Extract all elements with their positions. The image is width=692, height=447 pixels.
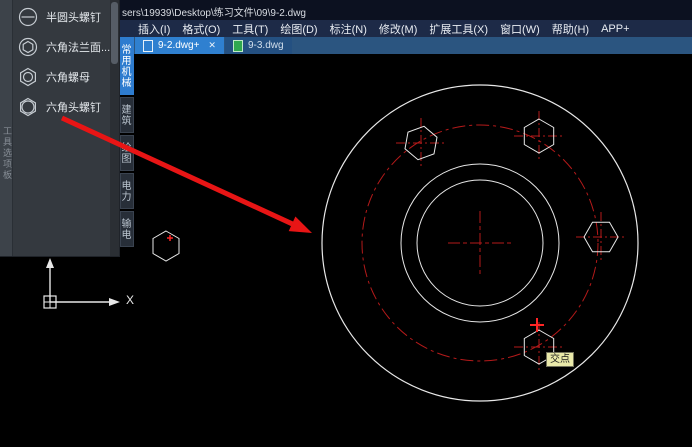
palette-tab-transmission[interactable]: 输电 xyxy=(120,211,134,247)
palette-item-hex-bolt[interactable]: 六角头螺钉 xyxy=(13,92,110,122)
palette-vertical-title: 工具选项板 xyxy=(1,126,14,181)
snap-tooltip: 交点 xyxy=(546,352,574,367)
hex-bolt-icon xyxy=(17,96,39,118)
half-round-screw-icon xyxy=(17,6,39,28)
menu-format[interactable]: 格式(O) xyxy=(176,21,226,37)
ucs-x-arrowhead xyxy=(109,298,120,306)
menu-insert[interactable]: 插入(I) xyxy=(132,21,176,37)
doc-tab-9-2[interactable]: 9-2.dwg+ ✕ xyxy=(135,37,224,54)
palette-tab-architecture[interactable]: 建筑 xyxy=(120,97,134,133)
palette-item-label: 六角头螺钉 xyxy=(46,99,101,115)
close-tab-icon[interactable]: ✕ xyxy=(208,40,216,51)
document-icon xyxy=(143,40,153,52)
hex-nut-icon xyxy=(17,66,39,88)
doc-tab-9-3[interactable]: 9-3.dwg xyxy=(225,37,292,54)
menu-help[interactable]: 帮助(H) xyxy=(546,21,595,37)
tool-palette-window: 工具选项板 半圆头螺钉 六角法兰面... 六角螺母 xyxy=(0,0,120,257)
hex-flange-screw-icon xyxy=(17,36,39,58)
palette-tab-electric[interactable]: 电力 xyxy=(120,173,134,209)
doc-tab-label: 9-3.dwg xyxy=(248,40,284,51)
menu-window[interactable]: 窗口(W) xyxy=(494,21,546,37)
cad-application-window: { "window": { "title_path": "sers\\19939… xyxy=(0,0,692,447)
scrollbar-thumb[interactable] xyxy=(111,2,118,64)
palette-item-label: 半圆头螺钉 xyxy=(46,9,101,25)
document-icon-green xyxy=(233,40,243,52)
palette-tab-strip: 常用机械 建筑 绘图 电力 输电 xyxy=(120,37,134,247)
menu-express-tools[interactable]: 扩展工具(X) xyxy=(423,21,494,37)
palette-item-label: 六角法兰面... xyxy=(46,39,110,55)
palette-item-label: 六角螺母 xyxy=(46,69,90,85)
menu-modify[interactable]: 修改(M) xyxy=(373,21,424,37)
doc-tab-label: 9-2.dwg+ xyxy=(158,40,199,51)
palette-tab-common-mechanical[interactable]: 常用机械 xyxy=(120,37,134,95)
menu-tools[interactable]: 工具(T) xyxy=(226,21,274,37)
ucs-x-axis-label: X xyxy=(126,293,134,307)
palette-item-hex-flange-screw[interactable]: 六角法兰面... xyxy=(13,32,110,62)
menu-dimension[interactable]: 标注(N) xyxy=(324,21,373,37)
menu-draw[interactable]: 绘图(D) xyxy=(274,21,323,37)
palette-scrollbar[interactable] xyxy=(110,0,119,256)
palette-item-hex-nut[interactable]: 六角螺母 xyxy=(13,62,110,92)
palette-tab-drafting[interactable]: 绘图 xyxy=(120,135,134,171)
menu-app-plus[interactable]: APP+ xyxy=(595,23,635,35)
window-title-path: sers\19939\Desktop\练习文件\09\9-2.dwg xyxy=(122,4,306,19)
ucs-y-arrowhead xyxy=(46,258,54,268)
palette-title-strip[interactable]: 工具选项板 xyxy=(0,0,13,256)
palette-item-list: 半圆头螺钉 六角法兰面... 六角螺母 六角头螺钉 xyxy=(13,0,110,256)
loose-hexagon xyxy=(153,231,179,261)
palette-item-half-round-screw[interactable]: 半圆头螺钉 xyxy=(13,2,110,32)
